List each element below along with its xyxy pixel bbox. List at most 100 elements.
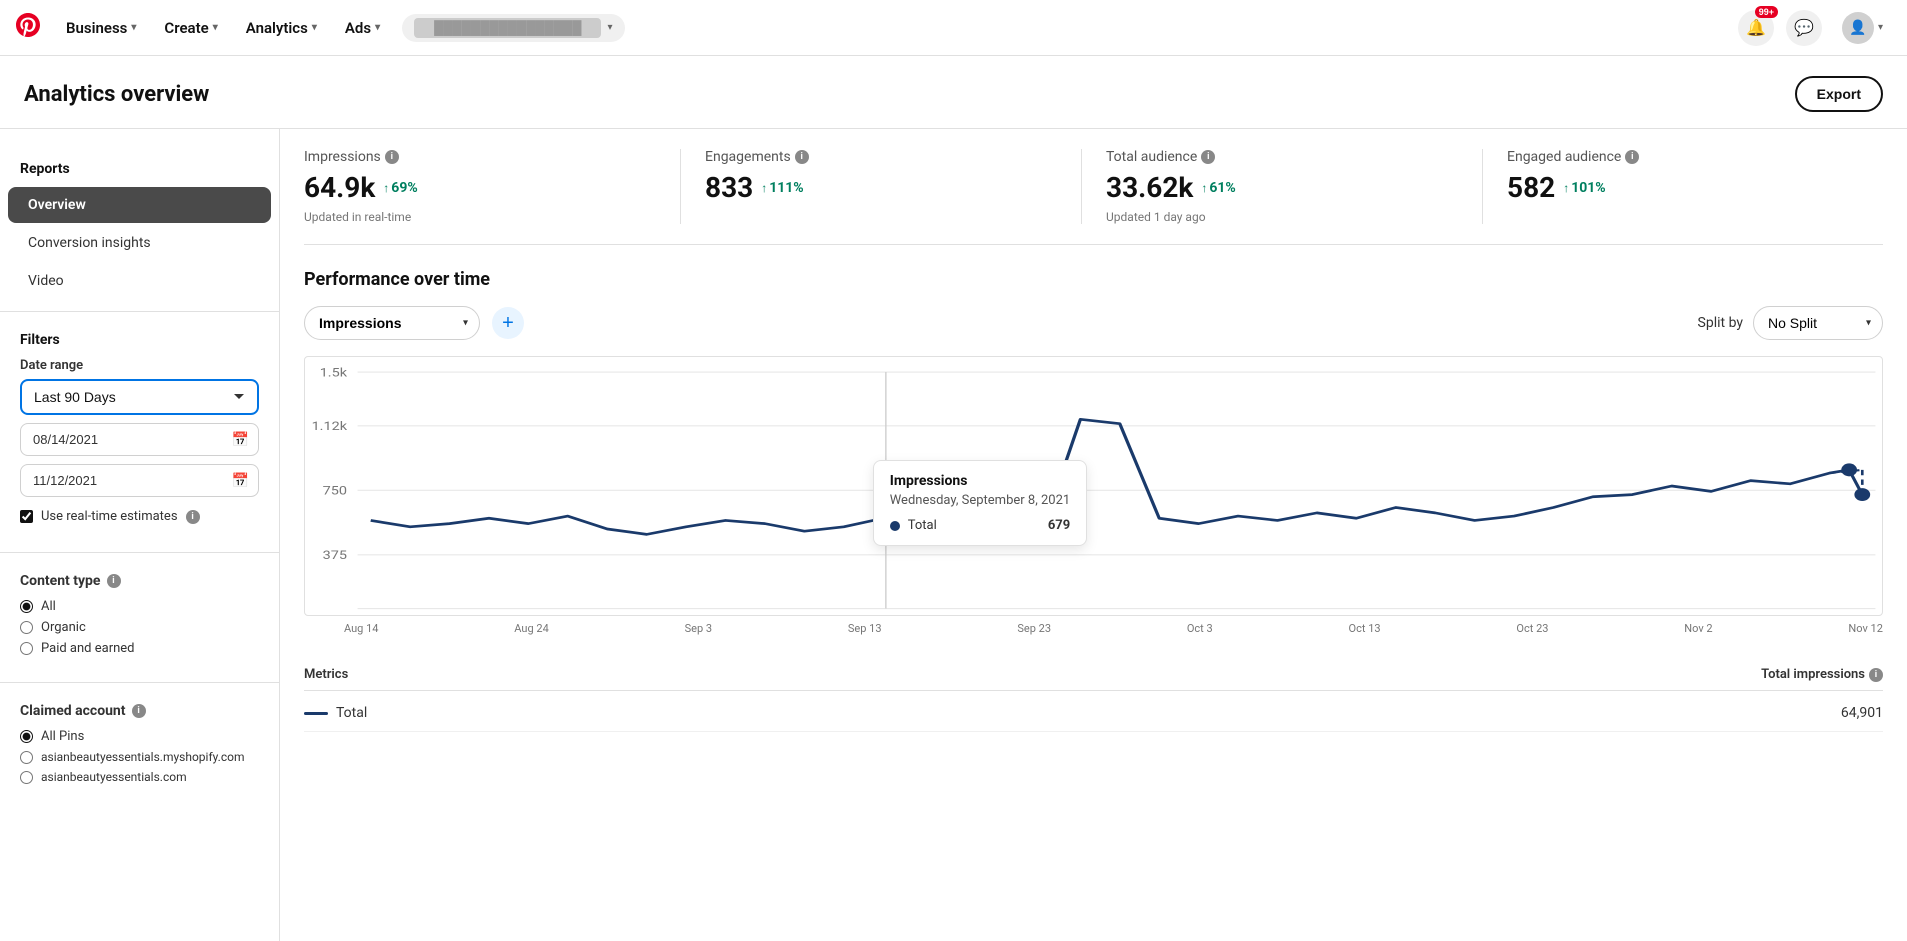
reports-section-title: Reports: [0, 153, 279, 185]
engagements-value: 833 ↑ 111%: [705, 171, 1057, 204]
metric-divider-2: [1081, 149, 1082, 224]
end-date-wrap: 📅: [20, 464, 259, 497]
content-type-paid-radio[interactable]: [20, 642, 33, 655]
claimed-all-pins-radio[interactable]: [20, 730, 33, 743]
notifications-button[interactable]: 🔔 99+: [1738, 10, 1774, 46]
content-type-organic-radio[interactable]: [20, 621, 33, 634]
chart-controls: Impressions Engagements Total audience E…: [304, 306, 1883, 340]
nav-create[interactable]: Create ▾: [154, 13, 227, 43]
main-layout: Reports Overview Conversion insights Vid…: [0, 129, 1907, 941]
svg-text:1.12k: 1.12k: [312, 420, 348, 433]
claimed-website-label: asianbeautyessentials.com: [41, 770, 187, 784]
content-type-all: All: [20, 599, 259, 614]
impressions-value: 64.9k ↑ 69%: [304, 171, 656, 204]
engaged-audience-value: 582 ↑ 101%: [1507, 171, 1859, 204]
main-content: Impressions i 64.9k ↑ 69% Updated in rea…: [280, 129, 1907, 941]
sidebar-divider-2: [0, 552, 279, 553]
sidebar-item-video[interactable]: Video: [8, 263, 271, 299]
svg-text:750: 750: [323, 485, 347, 498]
page-header: Analytics overview Export: [0, 56, 1907, 129]
export-button[interactable]: Export: [1795, 76, 1883, 112]
claimed-shopify: asianbeautyessentials.myshopify.com: [20, 750, 259, 764]
business-chevron-icon: ▾: [131, 22, 136, 33]
metrics-left-label: Metrics: [304, 667, 348, 682]
claimed-website-radio[interactable]: [20, 771, 33, 784]
metric-impressions: Impressions i 64.9k ↑ 69% Updated in rea…: [304, 149, 680, 224]
content-type-organic-label: Organic: [41, 620, 86, 635]
total-audience-update: Updated 1 day ago: [1106, 210, 1458, 224]
x-label-0: Aug 14: [344, 622, 378, 635]
impressions-info-icon[interactable]: i: [385, 150, 399, 164]
claimed-all-pins-label: All Pins: [41, 729, 84, 744]
start-date-calendar-icon[interactable]: 📅: [232, 432, 249, 448]
content-type-all-radio[interactable]: [20, 600, 33, 613]
tooltip-title: Impressions: [890, 473, 1071, 489]
chart-tooltip: Impressions Wednesday, September 8, 2021…: [873, 460, 1088, 546]
tooltip-dot: [890, 521, 900, 531]
total-audience-info-icon[interactable]: i: [1201, 150, 1215, 164]
start-date-input[interactable]: [20, 423, 259, 456]
notification-badge: 99+: [1755, 6, 1778, 18]
engaged-audience-info-icon[interactable]: i: [1625, 150, 1639, 164]
top-nav: Business ▾ Create ▾ Analytics ▾ Ads ▾ ██…: [0, 0, 1907, 56]
total-audience-label: Total audience i: [1106, 149, 1458, 165]
date-range-select[interactable]: Last 90 Days Last 7 Days Last 14 Days La…: [20, 379, 259, 415]
metric-select[interactable]: Impressions Engagements Total audience E…: [304, 306, 480, 340]
filters-label: Filters: [20, 332, 259, 348]
user-menu[interactable]: 👤 ▾: [1834, 8, 1891, 48]
engagements-info-icon[interactable]: i: [795, 150, 809, 164]
chart-section: Performance over time Impressions Engage…: [304, 269, 1883, 635]
sidebar-divider-1: [0, 311, 279, 312]
page-title: Analytics overview: [24, 82, 209, 107]
end-date-input[interactable]: [20, 464, 259, 497]
messages-button[interactable]: 💬: [1786, 10, 1822, 46]
metrics-table-row: Total 64,901: [304, 695, 1883, 732]
realtime-checkbox-wrap: Use real-time estimates i: [20, 509, 259, 524]
svg-text:375: 375: [323, 549, 347, 562]
account-selector[interactable]: ████████████████ ▾: [402, 14, 624, 42]
x-label-8: Nov 2: [1684, 622, 1712, 635]
tooltip-label: Total: [908, 518, 1040, 533]
account-name: ████████████████: [414, 18, 601, 38]
engagements-change: ↑ 111%: [761, 180, 803, 196]
tooltip-value: 679: [1048, 518, 1070, 533]
claimed-section: Claimed account i All Pins asianbeautyes…: [0, 695, 279, 798]
total-impressions-info-icon[interactable]: i: [1869, 668, 1883, 682]
claimed-shopify-label: asianbeautyessentials.myshopify.com: [41, 750, 245, 764]
realtime-info-icon[interactable]: i: [186, 510, 200, 524]
x-label-2: Sep 3: [685, 622, 712, 635]
nav-analytics[interactable]: Analytics ▾: [236, 13, 327, 43]
x-label-7: Oct 23: [1516, 622, 1548, 635]
x-label-1: Aug 24: [514, 622, 548, 635]
claimed-info-icon[interactable]: i: [132, 704, 146, 718]
content-type-info-icon[interactable]: i: [107, 574, 121, 588]
realtime-checkbox[interactable]: [20, 510, 33, 523]
content-type-label: Content type: [20, 573, 101, 589]
account-chevron-icon: ▾: [607, 22, 612, 33]
start-date-wrap: 📅: [20, 423, 259, 456]
metric-engagements: Engagements i 833 ↑ 111%: [705, 149, 1081, 224]
impressions-label: Impressions i: [304, 149, 656, 165]
nav-ads[interactable]: Ads ▾: [335, 13, 390, 43]
metrics-total-value: 64,901: [1841, 705, 1883, 721]
metric-divider-1: [680, 149, 681, 224]
nav-business[interactable]: Business ▾: [56, 13, 146, 43]
metrics-right-label: Total impressions i: [1761, 667, 1883, 682]
add-metric-button[interactable]: +: [492, 307, 524, 339]
chart-title: Performance over time: [304, 269, 1883, 290]
avatar: 👤: [1842, 12, 1874, 44]
sidebar-item-overview[interactable]: Overview: [8, 187, 271, 223]
pinterest-logo[interactable]: [16, 13, 40, 43]
split-select[interactable]: No Split Device Age group Gender: [1753, 306, 1883, 340]
engagements-label: Engagements i: [705, 149, 1057, 165]
metrics-table-section: Metrics Total impressions i Total 64,901: [304, 659, 1883, 732]
content-type-all-label: All: [41, 599, 56, 614]
create-chevron-icon: ▾: [213, 22, 218, 33]
engaged-audience-label: Engaged audience i: [1507, 149, 1859, 165]
analytics-chevron-icon: ▾: [312, 22, 317, 33]
sidebar-item-conversion[interactable]: Conversion insights: [8, 225, 271, 261]
x-label-9: Nov 12: [1848, 622, 1882, 635]
end-date-calendar-icon[interactable]: 📅: [232, 473, 249, 489]
chart-area: 1.5k 1.12k 750 375: [304, 356, 1883, 616]
claimed-shopify-radio[interactable]: [20, 751, 33, 764]
